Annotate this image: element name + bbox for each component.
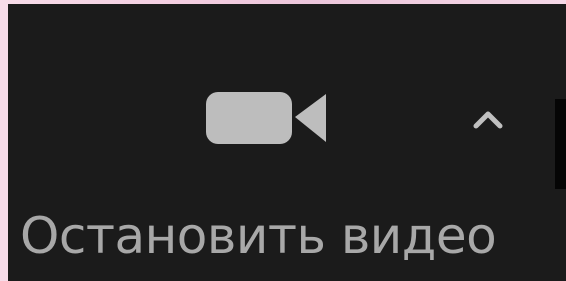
- meeting-controls-toolbar: Остановить видео: [8, 4, 566, 281]
- chevron-up-icon: [473, 111, 503, 129]
- video-camera-icon: [206, 86, 330, 150]
- stop-video-label: Остановить видео: [20, 207, 497, 265]
- video-options-button[interactable]: [468, 102, 508, 138]
- stop-video-button[interactable]: Остановить видео: [8, 4, 566, 281]
- adjacent-toolbar-edge: [555, 99, 566, 189]
